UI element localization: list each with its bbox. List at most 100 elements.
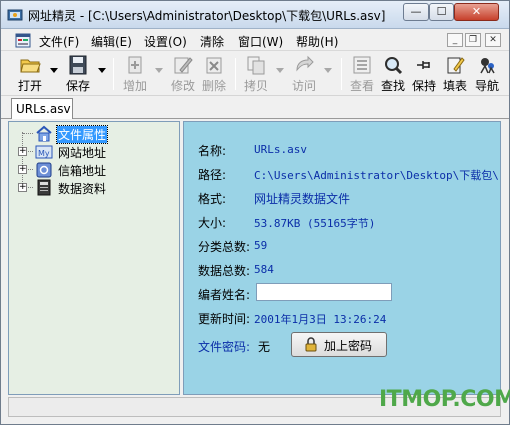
view-button[interactable]: 查看 [347, 55, 377, 93]
title-bar[interactable]: 网址精灵 - [C:\Users\Administrator\Desktop\下… [1, 1, 509, 29]
categories-count-value: 59 [254, 239, 268, 252]
tree-node-label: 文件属性 [55, 125, 109, 144]
expand-icon[interactable]: + [18, 183, 27, 192]
book-icon [37, 179, 51, 196]
open-button[interactable]: 打开 [15, 55, 45, 93]
menu-settings[interactable]: 设置(O) [144, 33, 187, 50]
close-button[interactable]: ✕ [454, 3, 499, 21]
view-label: 查看 [349, 79, 374, 93]
category-tree[interactable]: 文件属性 + My 网站地址 + 信箱地址 + 数据资料 [8, 121, 180, 395]
records-count-value: 584 [254, 263, 274, 276]
name-value: URLs.asv [254, 143, 307, 156]
file-password-value: 无 [258, 340, 271, 354]
name-label: 名称: [198, 144, 227, 158]
menu-clear[interactable]: 清除 [200, 33, 224, 50]
tree-node-label: 信箱地址 [58, 164, 107, 178]
document-icon[interactable] [15, 33, 31, 48]
add-password-label: 加上密码 [324, 339, 373, 353]
menu-file[interactable]: 文件(F) [39, 33, 79, 50]
size-label: 大小: [198, 216, 227, 230]
menu-bar: 文件(F) 编辑(E) 设置(O) 清除 窗口(W) 帮助(H) _ ❐ ✕ [1, 30, 509, 51]
records-count-label: 数据总数: [198, 264, 251, 278]
view-icon [353, 56, 371, 74]
categories-count-label: 分类总数: [198, 240, 251, 254]
copy-button[interactable]: 拷贝 [241, 55, 271, 93]
menu-help[interactable]: 帮助(H) [296, 33, 338, 50]
find-button[interactable]: 查找 [378, 55, 408, 93]
add-icon [128, 56, 142, 74]
pin-button[interactable]: 保持 [409, 55, 439, 93]
save-button[interactable]: 保存 [63, 55, 93, 93]
tree-node-websites[interactable]: + My 网站地址 [13, 143, 173, 161]
visit-dropdown-arrow[interactable] [324, 68, 332, 73]
edit-icon [174, 57, 193, 74]
fill-form-icon [447, 57, 465, 74]
tree-node-label: 数据资料 [58, 182, 107, 196]
mdi-restore-button[interactable]: ❐ [465, 33, 481, 47]
format-value: 网址精灵数据文件 [254, 192, 351, 206]
size-value: 53.87KB (55165字节) [254, 217, 376, 230]
author-name-label: 编者姓名: [198, 288, 251, 302]
save-disk-icon [69, 55, 87, 75]
copy-dropdown-arrow[interactable] [276, 68, 284, 73]
tree-node-file-properties[interactable]: 文件属性 [13, 125, 173, 144]
app-icon [7, 9, 23, 21]
toolbar: 打开 保存 增加 修改 删除 拷贝 访问 查看 查找 保持 填表 导航 [1, 52, 509, 96]
format-label: 格式: [198, 192, 227, 206]
minimize-button[interactable]: — [403, 3, 429, 21]
pin-label: 保持 [411, 79, 436, 93]
delete-label: 删除 [201, 79, 226, 93]
tree-connector-line [23, 133, 33, 134]
updated-time-label: 更新时间: [198, 312, 251, 326]
path-value: C:\Users\Administrator\Desktop\下载包\ [254, 169, 499, 182]
file-password-label: 文件密码: [198, 340, 251, 354]
find-icon [385, 57, 403, 75]
open-label: 打开 [17, 79, 42, 93]
updated-time-value: 2001年1月3日 13:26:24 [254, 313, 387, 326]
find-label: 查找 [380, 79, 405, 93]
fill-form-button[interactable]: 填表 [440, 55, 470, 93]
add-label: 增加 [122, 79, 147, 93]
open-folder-icon [20, 59, 41, 73]
toolbar-separator [235, 58, 236, 90]
add-dropdown-arrow[interactable] [155, 68, 163, 73]
save-label: 保存 [65, 79, 90, 93]
path-label: 路径: [198, 168, 227, 182]
delete-icon [206, 57, 222, 74]
file-properties-panel: 名称: URLs.asv 路径: C:\Users\Administrator\… [183, 121, 501, 395]
open-dropdown-arrow[interactable] [50, 68, 58, 73]
toolbar-separator [341, 58, 342, 90]
add-password-button[interactable]: 加上密码 [291, 332, 387, 357]
delete-button[interactable]: 删除 [199, 55, 229, 93]
navigate-icon [480, 58, 495, 74]
tree-node-mailboxes[interactable]: + 信箱地址 [13, 161, 173, 179]
tree-node-data[interactable]: + 数据资料 [13, 179, 173, 197]
copy-icon [247, 56, 265, 75]
navigate-label: 导航 [474, 79, 499, 93]
visit-button[interactable]: 访问 [289, 55, 319, 93]
house-icon [36, 125, 52, 142]
menu-window[interactable]: 窗口(W) [238, 33, 283, 50]
add-button[interactable]: 增加 [120, 55, 150, 93]
pin-icon [417, 61, 430, 69]
edit-button[interactable]: 修改 [168, 55, 198, 93]
tab-urls-asv[interactable]: URLs.asv [11, 98, 73, 119]
edit-label: 修改 [170, 79, 195, 93]
document-tabstrip: URLs.asv [1, 97, 509, 119]
toolbar-separator [113, 58, 114, 90]
lock-icon [305, 337, 317, 352]
fill-form-label: 填表 [442, 79, 467, 93]
mdi-close-button[interactable]: ✕ [485, 33, 501, 47]
menu-edit[interactable]: 编辑(E) [91, 33, 132, 50]
maximize-button[interactable]: ☐ [429, 3, 454, 21]
expand-icon[interactable]: + [18, 165, 27, 174]
expand-icon[interactable]: + [18, 147, 27, 156]
my-site-icon: My [35, 145, 53, 159]
visit-label: 访问 [291, 79, 316, 93]
save-dropdown-arrow[interactable] [98, 68, 106, 73]
svg-text:My: My [38, 149, 50, 158]
window-title: 网址精灵 - [C:\Users\Administrator\Desktop\下… [28, 9, 386, 23]
mdi-minimize-button[interactable]: _ [447, 33, 463, 47]
navigate-button[interactable]: 导航 [472, 55, 502, 93]
author-name-input[interactable] [256, 283, 392, 301]
